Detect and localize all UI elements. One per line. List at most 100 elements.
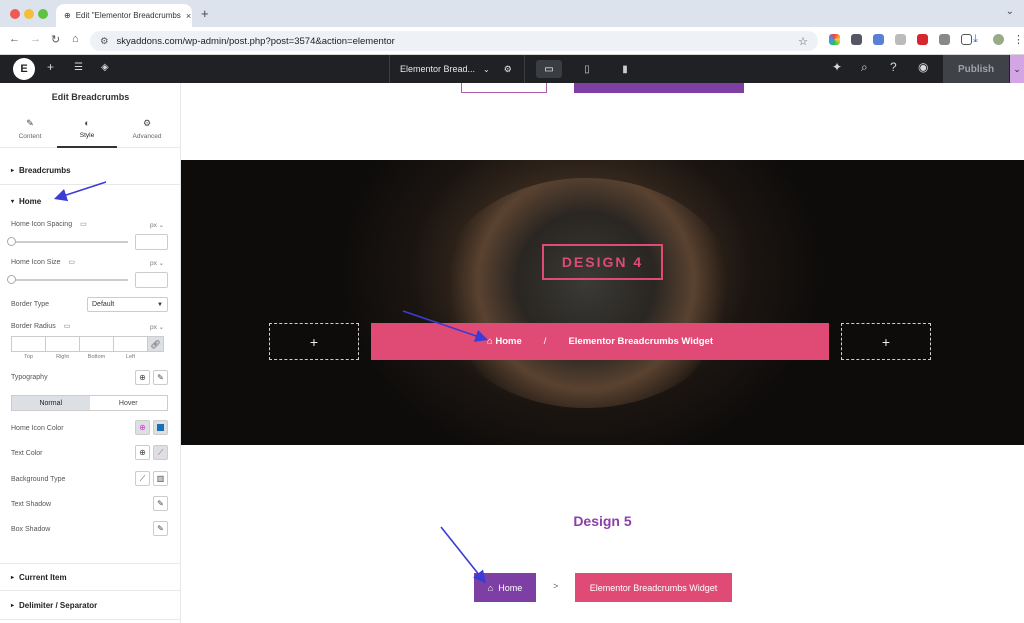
slider-handle[interactable] <box>7 237 16 246</box>
unit-select[interactable]: px ⌄ <box>150 323 164 331</box>
tab-content[interactable]: ✎ Content <box>0 118 60 140</box>
forward-icon[interactable]: → <box>30 33 41 45</box>
section-delimiter[interactable]: ▸ Delimiter / Separator <box>0 592 181 620</box>
extension-y-icon[interactable] <box>917 34 928 45</box>
design4-hero-section[interactable]: DESIGN 4 + ⌂ Home / Elementor Breadcrumb… <box>181 160 1024 445</box>
bookmark-star-icon[interactable]: ☆ <box>798 35 808 48</box>
add-widget-left-button[interactable]: + <box>269 323 359 360</box>
desktop-view-icon[interactable]: ▭ <box>536 60 562 78</box>
navigator-layers-icon[interactable]: ◈ <box>101 62 109 73</box>
edit-typography-pencil-icon[interactable]: ✎ <box>153 370 168 385</box>
tablet-view-icon[interactable]: ▯ <box>574 60 600 78</box>
menu-dots-icon[interactable]: ⋮ <box>1013 33 1024 46</box>
dim-label-bottom: Bottom <box>87 354 106 360</box>
extension-profile-icon[interactable] <box>895 34 906 45</box>
back-icon[interactable]: ← <box>9 33 20 45</box>
link-values-icon[interactable]: 🔗︎ <box>147 336 164 352</box>
extension-color-icon[interactable] <box>829 34 840 45</box>
preview-eye-icon[interactable]: ◉ <box>918 60 928 74</box>
design5-breadcrumb-current[interactable]: Elementor Breadcrumbs Widget <box>575 573 732 602</box>
breadcrumb-home[interactable]: ⌂ Home <box>487 336 522 347</box>
classic-brush-icon[interactable]: ⟋ <box>135 471 150 486</box>
global-color-icon[interactable]: ⊕ <box>135 420 150 435</box>
unit-select[interactable]: px ⌄ <box>150 221 164 229</box>
radius-bottom-input[interactable] <box>79 336 114 352</box>
edit-text-shadow-pencil-icon[interactable]: ✎ <box>153 496 168 511</box>
page-settings-gear-icon[interactable]: ⚙ <box>504 64 512 75</box>
extensions-puzzle-icon[interactable] <box>961 34 972 45</box>
global-typography-icon[interactable]: ⊕ <box>135 370 150 385</box>
home-icon-size-input[interactable] <box>135 272 168 288</box>
border-type-select[interactable]: Default ▼ <box>87 297 168 312</box>
text-shadow-text: Text Shadow <box>11 501 52 508</box>
publish-button[interactable]: Publish <box>943 55 1009 83</box>
caret-right-icon: ▸ <box>11 574 15 581</box>
responsive-monitor-icon[interactable]: ▭ <box>68 258 75 266</box>
design4-breadcrumbs[interactable]: ⌂ Home / Elementor Breadcrumbs Widget <box>371 323 829 360</box>
responsive-monitor-icon[interactable]: ▭ <box>80 220 87 228</box>
site-settings-icon[interactable]: ☰ <box>74 62 83 73</box>
section-breadcrumbs[interactable]: ▸ Breadcrumbs <box>0 157 181 185</box>
unit-text: px <box>150 222 157 229</box>
add-element-icon[interactable]: + <box>47 60 54 74</box>
home-icon-size-slider[interactable] <box>11 279 128 281</box>
extension-translate-icon[interactable] <box>873 34 884 45</box>
radius-left-input[interactable] <box>113 336 148 352</box>
edit-box-shadow-pencil-icon[interactable]: ✎ <box>153 521 168 536</box>
border-type-label: Border Type <box>11 301 49 308</box>
responsive-monitor-icon[interactable]: ▭ <box>64 322 71 330</box>
watch-background-image <box>436 178 736 408</box>
top-filled-button[interactable] <box>574 83 744 93</box>
section-current-item[interactable]: ▸ Current Item <box>0 563 181 591</box>
radius-right-input[interactable] <box>45 336 80 352</box>
tab-normal[interactable]: Normal <box>12 396 90 410</box>
add-widget-right-button[interactable]: + <box>841 323 931 360</box>
section-home[interactable]: ▾ Home <box>0 187 181 215</box>
border-type-value: Default <box>92 301 115 308</box>
design4-heading[interactable]: DESIGN 4 <box>542 244 663 280</box>
home-icon-size-text: Home Icon Size <box>11 258 61 266</box>
site-settings-icon[interactable]: ⚙ <box>100 36 109 47</box>
notifications-icon[interactable]: ✦ <box>832 60 842 74</box>
home-icon-spacing-slider[interactable] <box>11 241 128 243</box>
gradient-icon[interactable]: ▥ <box>153 471 168 486</box>
slider-handle[interactable] <box>7 275 16 284</box>
mobile-view-icon[interactable]: ▮ <box>612 60 638 78</box>
address-bar[interactable]: ⚙ skyaddons.com/wp-admin/post.php?post=3… <box>90 31 818 51</box>
minimize-window-button[interactable] <box>24 9 34 19</box>
radius-top-input[interactable] <box>11 336 46 352</box>
help-icon[interactable]: ? <box>890 60 897 74</box>
design5-breadcrumb-home[interactable]: ⌂ Home <box>474 573 536 602</box>
top-outline-button[interactable] <box>461 83 547 93</box>
publish-options-chevron-icon[interactable]: ⌄ <box>1010 55 1024 83</box>
extension-shield-icon[interactable] <box>851 34 862 45</box>
caret-down-icon: ▾ <box>11 198 15 205</box>
breadcrumb-separator: / <box>543 336 547 347</box>
extension-camera-icon[interactable] <box>939 34 950 45</box>
tab-close-icon[interactable]: × <box>186 11 191 21</box>
reload-icon[interactable]: ↻ <box>51 33 60 46</box>
home-icon-spacing-input[interactable] <box>135 234 168 250</box>
close-window-button[interactable] <box>10 9 20 19</box>
elementor-logo-icon[interactable]: E <box>13 58 35 80</box>
home-icon[interactable]: ⌂ <box>72 33 79 45</box>
browser-toolbar: ← → ↻ ⌂ ⚙ skyaddons.com/wp-admin/post.ph… <box>0 27 1024 55</box>
global-color-icon[interactable]: ⊕ <box>135 445 150 460</box>
tab-list-chevron-icon[interactable]: ⌄ <box>1006 6 1014 17</box>
maximize-window-button[interactable] <box>38 9 48 19</box>
download-icon[interactable]: ⤓ <box>973 33 978 46</box>
design5-heading[interactable]: Design 5 <box>181 513 1024 529</box>
search-icon[interactable]: ⌕ <box>861 60 868 75</box>
text-color-text: Text Color <box>11 450 43 457</box>
tab-advanced[interactable]: ⚙ Advanced <box>117 118 177 140</box>
unit-select[interactable]: px ⌄ <box>150 259 164 267</box>
document-title[interactable]: Elementor Bread... ⌄ ⚙ <box>389 55 525 83</box>
home-icon-color-swatch[interactable] <box>153 420 168 435</box>
profile-avatar[interactable] <box>993 34 1004 45</box>
house-icon: ⌂ <box>487 582 494 593</box>
new-tab-button[interactable]: + <box>201 6 209 21</box>
tab-style[interactable]: ◐ Style <box>57 118 117 148</box>
browser-tab[interactable]: ⊕ Edit "Elementor Breadcrumbs × <box>56 4 192 27</box>
tab-hover[interactable]: Hover <box>90 396 168 410</box>
no-color-swatch-icon[interactable]: ⟋ <box>153 445 168 460</box>
